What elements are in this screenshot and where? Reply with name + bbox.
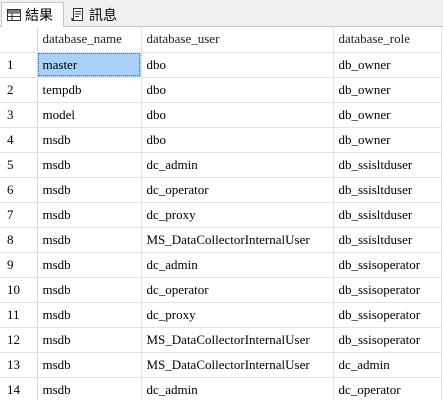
cell-database-name[interactable]: msdb xyxy=(37,127,142,153)
cell-database-role[interactable]: db_ssisoperator xyxy=(333,302,442,328)
cell-database-name[interactable]: msdb xyxy=(37,377,142,400)
cell-database-role[interactable]: db_ssisoperator xyxy=(333,277,442,303)
cell-database-user[interactable]: dc_admin xyxy=(141,252,334,278)
cell-database-name[interactable]: msdb xyxy=(37,252,142,278)
tab-messages-label: 訊息 xyxy=(89,7,117,24)
results-table: database_name database_user database_rol… xyxy=(0,27,442,400)
cell-database-user[interactable]: dbo xyxy=(141,102,334,128)
cell-database-role[interactable]: db_ssisltduser xyxy=(333,227,442,253)
row-number-header[interactable] xyxy=(0,27,38,53)
cell-database-role[interactable]: db_ssisoperator xyxy=(333,252,442,278)
cell-database-name[interactable]: master xyxy=(37,52,142,78)
cell-database-user[interactable]: dc_proxy xyxy=(141,302,334,328)
row-number[interactable]: 12 xyxy=(0,327,38,353)
cell-database-name[interactable]: model xyxy=(37,102,142,128)
cell-database-role[interactable]: db_owner xyxy=(333,127,442,153)
column-header-database-role[interactable]: database_role xyxy=(333,27,442,53)
cell-database-name[interactable]: tempdb xyxy=(37,77,142,103)
table-row: 4 msdb dbo db_owner xyxy=(0,127,442,153)
cell-database-role[interactable]: dc_admin xyxy=(333,352,442,378)
table-row: 13 msdb MS_DataCollectorInternalUser dc_adm… xyxy=(0,352,442,378)
cell-database-role[interactable]: db_owner xyxy=(333,102,442,128)
cell-database-user[interactable]: MS_DataCollectorInternalUser xyxy=(141,327,334,353)
table-row: 8 msdb MS_DataCollectorInternalUser db_ssis… xyxy=(0,227,442,253)
column-header-database-user[interactable]: database_user xyxy=(141,27,334,53)
cell-database-name[interactable]: msdb xyxy=(37,177,142,203)
cell-database-role[interactable]: db_owner xyxy=(333,52,442,78)
cell-database-user[interactable]: MS_DataCollectorInternalUser xyxy=(141,352,334,378)
results-grid[interactable]: database_name database_user database_rol… xyxy=(0,27,443,400)
table-row: 10 msdb dc_operator db_ssisoperator xyxy=(0,277,442,303)
cell-database-user[interactable]: dbo xyxy=(141,77,334,103)
row-number[interactable]: 4 xyxy=(0,127,38,153)
cell-database-name[interactable]: msdb xyxy=(37,152,142,178)
row-number[interactable]: 13 xyxy=(0,352,38,378)
table-row: 7 msdb dc_proxy db_ssisltduser xyxy=(0,202,442,228)
cell-database-name[interactable]: msdb xyxy=(37,302,142,328)
grid-icon xyxy=(7,8,21,22)
table-row: 2 tempdb dbo db_owner xyxy=(0,77,442,103)
tab-results-label: 結果 xyxy=(25,8,53,24)
table-row: 6 msdb dc_operator db_ssisltduser xyxy=(0,177,442,203)
row-number[interactable]: 5 xyxy=(0,152,38,178)
cell-database-user[interactable]: MS_DataCollectorInternalUser xyxy=(141,227,334,253)
cell-database-name[interactable]: msdb xyxy=(37,327,142,353)
cell-database-role[interactable]: db_ssisltduser xyxy=(333,152,442,178)
cell-database-user[interactable]: dbo xyxy=(141,52,334,78)
results-tab-bar: 結果 訊息 xyxy=(0,0,443,27)
cell-database-role[interactable]: dc_operator xyxy=(333,377,442,400)
row-number[interactable]: 8 xyxy=(0,227,38,253)
cell-database-user[interactable]: dc_proxy xyxy=(141,202,334,228)
row-number[interactable]: 1 xyxy=(0,52,38,78)
message-icon xyxy=(71,7,85,22)
cell-database-user[interactable]: dc_admin xyxy=(141,152,334,178)
row-number[interactable]: 2 xyxy=(0,77,38,103)
cell-database-role[interactable]: db_ssisltduser xyxy=(333,177,442,203)
table-row: 12 msdb MS_DataCollectorInternalUser db_ssi… xyxy=(0,327,442,353)
tab-messages[interactable]: 訊息 xyxy=(66,2,128,27)
table-row: 11 msdb dc_proxy db_ssisoperator xyxy=(0,302,442,328)
row-number[interactable]: 14 xyxy=(0,377,38,400)
tab-results[interactable]: 結果 xyxy=(1,2,64,27)
column-header-database-name[interactable]: database_name xyxy=(37,27,142,53)
cell-database-user[interactable]: dc_operator xyxy=(141,177,334,203)
row-number[interactable]: 7 xyxy=(0,202,38,228)
table-row: 5 msdb dc_admin db_ssisltduser xyxy=(0,152,442,178)
cell-database-role[interactable]: db_ssisltduser xyxy=(333,202,442,228)
table-row: 3 model dbo db_owner xyxy=(0,102,442,128)
cell-database-user[interactable]: dbo xyxy=(141,127,334,153)
cell-database-name[interactable]: msdb xyxy=(37,277,142,303)
row-number[interactable]: 6 xyxy=(0,177,38,203)
row-number[interactable]: 11 xyxy=(0,302,38,328)
cell-database-user[interactable]: dc_admin xyxy=(141,377,334,400)
table-row: 1 master dbo db_owner xyxy=(0,52,442,78)
cell-database-user[interactable]: dc_operator xyxy=(141,277,334,303)
table-row: 9 msdb dc_admin db_ssisoperator xyxy=(0,252,442,278)
row-number[interactable]: 9 xyxy=(0,252,38,278)
header-row: database_name database_user database_rol… xyxy=(0,27,442,53)
cell-database-name[interactable]: msdb xyxy=(37,227,142,253)
row-number[interactable]: 10 xyxy=(0,277,38,303)
cell-database-name[interactable]: msdb xyxy=(37,352,142,378)
table-row: 14 msdb dc_admin dc_operator xyxy=(0,377,442,400)
row-number[interactable]: 3 xyxy=(0,102,38,128)
cell-database-role[interactable]: db_ssisoperator xyxy=(333,327,442,353)
cell-database-name[interactable]: msdb xyxy=(37,202,142,228)
cell-database-role[interactable]: db_owner xyxy=(333,77,442,103)
